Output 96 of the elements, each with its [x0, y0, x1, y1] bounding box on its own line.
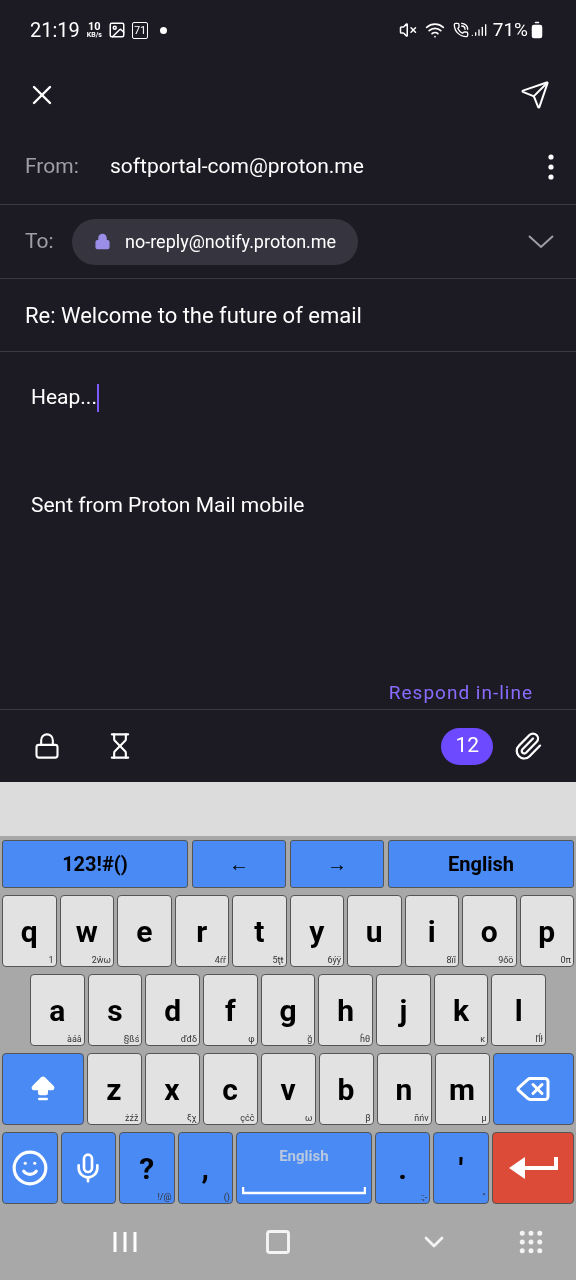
key-hint: ξχ — [187, 1112, 197, 1124]
smiley-icon — [10, 1149, 49, 1187]
keyboard-key[interactable]: o 9őö — [462, 895, 517, 967]
key-hint: () — [223, 1191, 230, 1203]
paperclip-icon — [513, 731, 543, 761]
keyboard-key[interactable]: u — [347, 895, 402, 967]
send-button[interactable] — [520, 80, 550, 110]
keyboard-key[interactable]: z żźž — [86, 1053, 142, 1125]
wifi-icon — [424, 20, 445, 40]
keyboard-key[interactable]: g ğ — [260, 974, 316, 1046]
keyboard-key[interactable]: t 5ţŧ — [232, 895, 287, 967]
recipient-address: no-reply@notify.proton.me — [125, 230, 337, 254]
space-bar-icon — [241, 1187, 366, 1195]
key-hint: 6ýÿ — [327, 954, 341, 966]
backspace-key[interactable] — [492, 1053, 574, 1125]
keyboard-key[interactable]: x ξχ — [144, 1053, 200, 1125]
keyboard-key[interactable]: y 6ýÿ — [289, 895, 344, 967]
keyboard-key[interactable]: v ω — [260, 1053, 316, 1125]
keyboard-key[interactable]: i 8ïî — [404, 895, 459, 967]
shift-key[interactable] — [2, 1053, 84, 1125]
key-hint: β — [365, 1112, 371, 1124]
key-hint: φ — [248, 1033, 255, 1045]
keyboard-key[interactable]: ' " — [433, 1132, 489, 1204]
key-hint: żźž — [125, 1112, 139, 1124]
keyboard-key[interactable]: ? !/@ — [119, 1132, 175, 1204]
more-options-button[interactable] — [548, 154, 554, 180]
keyboard-key[interactable]: ← — [192, 840, 286, 888]
key-hint: ω — [305, 1112, 313, 1124]
recent-apps-icon — [112, 1230, 138, 1254]
attachment-button[interactable] — [513, 731, 543, 761]
keyboard-key[interactable]: b β — [318, 1053, 374, 1125]
key-hint: ďđδ — [180, 1033, 197, 1045]
keyboard-key[interactable]: l ľĺł — [491, 974, 547, 1046]
recipient-chip[interactable]: no-reply@notify.proton.me — [72, 218, 359, 265]
keyboard-key[interactable]: r 4ŕř — [174, 895, 229, 967]
respond-in-line-link[interactable]: Respond in-line — [388, 678, 533, 707]
enter-key[interactable] — [491, 1132, 574, 1204]
keyboard-key[interactable]: a àáâ — [30, 974, 85, 1046]
key-hint: 9őö — [498, 954, 514, 966]
notification-badge: 71 — [131, 21, 149, 39]
keyboard-key[interactable]: k κ — [433, 974, 489, 1046]
keyboard-key[interactable]: e — [117, 895, 172, 967]
call-icon — [452, 22, 469, 38]
clock: 21:19 — [30, 17, 80, 44]
subject-field[interactable]: Re: Welcome to the future of email — [25, 298, 362, 332]
microphone-key[interactable] — [60, 1132, 116, 1204]
counter-badge: 12 — [441, 727, 493, 765]
key-hint: ñńv — [414, 1112, 429, 1124]
keyboard-key[interactable]: d ďđδ — [145, 974, 200, 1046]
more-icon — [548, 154, 554, 180]
key-hint: 0π — [560, 954, 571, 966]
keyboard-key[interactable]: p 0π — [519, 895, 574, 967]
battery-level: 71% — [492, 16, 528, 43]
sender-address: softportal-com@proton.me — [110, 153, 365, 181]
keyboard-key[interactable]: s §ßś — [87, 974, 143, 1046]
key-hint: 2ŵω — [91, 954, 111, 966]
key-hint: 5ţŧ — [272, 954, 284, 966]
keyboard-key[interactable]: , () — [177, 1132, 233, 1204]
signal-icon — [470, 22, 487, 38]
keyboard-key[interactable]: → — [290, 840, 384, 888]
from-label: From: — [25, 153, 80, 181]
key-hint: μ — [481, 1112, 487, 1124]
key-hint: çćč — [240, 1112, 255, 1124]
keyboard-key[interactable]: h ĥθ — [318, 974, 374, 1046]
expand-button[interactable] — [528, 234, 554, 249]
image-icon — [107, 21, 126, 39]
key-hint: 4ŕř — [214, 954, 226, 966]
message-body[interactable]: Heap... — [31, 382, 545, 414]
keyboard-key[interactable]: n ñńv — [376, 1053, 432, 1125]
key-hint: " — [482, 1191, 486, 1203]
to-label: To: — [25, 227, 55, 255]
key-hint: :;- — [420, 1191, 428, 1203]
keyboard-key[interactable]: j — [376, 974, 431, 1046]
keyboard-key[interactable]: m μ — [434, 1053, 490, 1125]
key-hint: 1 — [48, 954, 54, 966]
keyboard-key[interactable]: f φ — [203, 974, 258, 1046]
mute-icon — [398, 21, 417, 39]
keyboard-key[interactable]: w 2ŵω — [59, 895, 114, 967]
key-hint: κ — [480, 1033, 486, 1045]
send-icon — [520, 80, 550, 110]
keyboard-key[interactable]: q 1 — [2, 895, 57, 967]
signature: Sent from Proton Mail mobile — [31, 492, 306, 519]
home-icon — [264, 1228, 292, 1256]
keyboard-key[interactable]: c çćč — [202, 1053, 258, 1125]
key-hint: ľĺł — [535, 1033, 544, 1045]
key-hint: àáâ — [67, 1033, 82, 1045]
chevron-down-icon — [528, 234, 554, 249]
keyboard-key[interactable]: . :;- — [374, 1132, 431, 1204]
emoji-key[interactable] — [2, 1132, 58, 1204]
keyboard-key[interactable]: English — [388, 840, 574, 888]
key-hint: §ßś — [123, 1033, 140, 1045]
key-hint: !/@ — [157, 1191, 172, 1203]
key-hint: 8ïî — [446, 954, 456, 966]
key-hint: ğ — [307, 1033, 313, 1045]
keyboard-key[interactable]: 123!#() — [2, 840, 188, 888]
key-hint: ĥθ — [359, 1033, 371, 1045]
